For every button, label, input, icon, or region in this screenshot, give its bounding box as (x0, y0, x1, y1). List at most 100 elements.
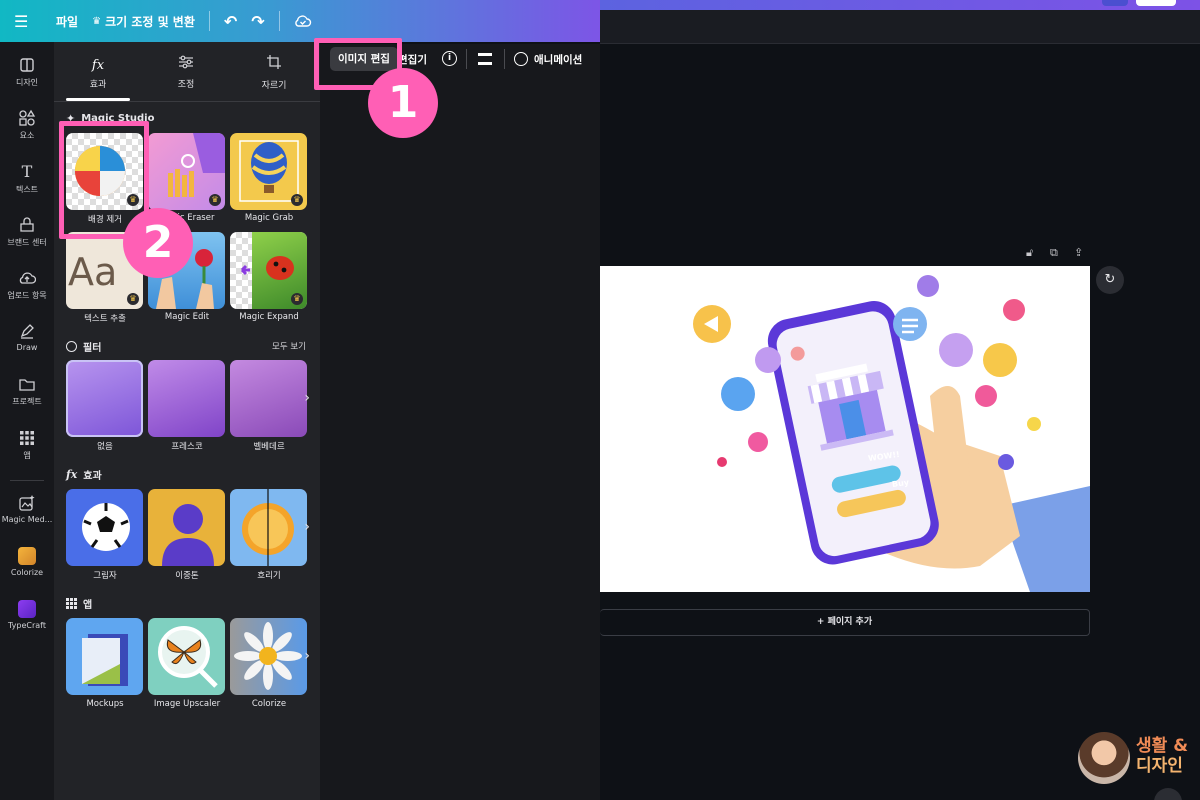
see-all-link[interactable]: 모두 보기 (272, 340, 306, 352)
layout-icon (20, 58, 34, 72)
magic-media-icon (19, 495, 35, 511)
rail-item-draw[interactable]: Draw (0, 322, 54, 352)
app-mockups-tile[interactable] (66, 618, 143, 695)
filter-belvedere-tile[interactable] (230, 360, 307, 437)
fx-icon: fx (91, 58, 105, 73)
redo-icon[interactable]: ↷ (251, 12, 264, 31)
tile-label: 벨베데르 (253, 442, 285, 452)
step-badge-2: 2 (123, 208, 193, 278)
avatar-chip[interactable] (1102, 0, 1128, 6)
tile-label: 그림자 (93, 571, 117, 581)
undo-icon[interactable]: ↶ (224, 12, 237, 31)
pen-icon (20, 324, 34, 339)
animation-button[interactable]: 애니메이션 (534, 52, 582, 67)
effects-title: 효과 (83, 471, 102, 482)
magic-grab-tile[interactable]: ♛ (230, 133, 307, 210)
align-menu-icon[interactable] (478, 53, 492, 65)
chevron-right-icon[interactable]: › (304, 648, 310, 664)
divider (504, 49, 505, 69)
grid-icon (20, 431, 34, 445)
shapes-icon (19, 109, 36, 126)
typecraft-app-icon (18, 600, 36, 618)
rail-item-magic-media[interactable]: Magic Med... (0, 494, 54, 524)
tab-label: 자르기 (261, 81, 287, 91)
mockup-book-image (82, 634, 128, 686)
magic-expand-tile[interactable]: ♛ (230, 232, 307, 309)
rail-label: Draw (16, 343, 38, 352)
logo-line-2: 디자인 (1136, 756, 1183, 776)
phone-hand-illustration (693, 275, 1090, 592)
animation-icon[interactable] (514, 52, 528, 66)
rail-label: 요소 (19, 131, 35, 140)
app-upscaler-tile[interactable] (148, 618, 225, 695)
toolbar-strip (600, 10, 1200, 44)
app-colorize-tile[interactable] (230, 618, 307, 695)
step-badge-1: 1 (368, 68, 438, 138)
divider (466, 49, 467, 69)
rail-item-elements[interactable]: 요소 (0, 109, 54, 141)
lock-icon[interactable]: 🔓︎ (1026, 246, 1033, 260)
rail-label: Magic Med... (1, 515, 53, 524)
rail-label: TypeCraft (8, 621, 46, 630)
rail-label: 브랜드 센터 (7, 238, 47, 247)
tile-label: 흐리기 (257, 571, 281, 581)
effects-header: fx 효과 (66, 467, 102, 482)
tile-label: Magic Expand (239, 312, 299, 322)
chevron-right-icon[interactable]: › (304, 390, 310, 406)
crown-icon: ♛ (127, 293, 139, 305)
filter-icon (66, 341, 77, 352)
design-page[interactable]: WOW!! Buy (600, 266, 1090, 592)
rail-item-projects[interactable]: 프로젝트 (0, 375, 54, 407)
filter-none-tile[interactable] (66, 360, 143, 437)
file-menu[interactable]: 파일 (56, 13, 78, 30)
crown-icon: ♛ (291, 194, 303, 206)
divider (278, 11, 280, 31)
rail-item-uploads[interactable]: 업로드 항목 (0, 269, 54, 301)
filter-fresco-tile[interactable] (148, 360, 225, 437)
info-icon[interactable]: i (442, 51, 457, 66)
butterfly-image (158, 626, 218, 688)
daisy-image (234, 622, 302, 690)
tab-label: 조정 (177, 80, 195, 90)
grid-icon (66, 598, 77, 609)
share-button[interactable] (1136, 0, 1176, 6)
tab-crop[interactable]: 자르기 (230, 54, 318, 91)
brand-icon (20, 217, 34, 232)
fx-icon: fx (66, 468, 78, 481)
rail-item-apps[interactable]: 앱 (0, 429, 54, 461)
add-page-icon[interactable]: ⇪ (1074, 246, 1083, 259)
add-page-button[interactable]: + 페이지 추가 (600, 609, 1090, 636)
folder-icon (19, 379, 35, 391)
effect-duotone-tile[interactable] (148, 489, 225, 566)
effect-blur-tile[interactable] (230, 489, 307, 566)
rail-label: 업로드 항목 (7, 291, 47, 300)
top-bar-right (600, 0, 1200, 10)
blog-logo: 생활 & 디자인 (1078, 732, 1198, 788)
resize-button[interactable]: ♛ 크기 조정 및 변환 (92, 13, 195, 30)
tile-label: Image Upscaler (153, 699, 221, 709)
soccer-ball-image (82, 503, 130, 551)
rail-item-design[interactable]: 디자인 (0, 56, 54, 88)
tile-label: Magic Edit (164, 312, 210, 322)
cloud-check-icon[interactable] (294, 14, 312, 28)
editor-button[interactable]: 편집기 (398, 52, 427, 67)
tile-label: 없음 (97, 442, 113, 452)
logo-line-1: 생활 & (1136, 736, 1189, 756)
comment-icon[interactable]: ↻ (1096, 266, 1124, 294)
rail-item-text[interactable]: T 텍스트 (0, 163, 54, 195)
rail-label: 디자인 (15, 78, 39, 87)
rail-item-colorize[interactable]: Colorize (0, 547, 54, 577)
rail-item-brand[interactable]: 브랜드 센터 (0, 216, 54, 248)
tile-label: 프레스코 (171, 442, 203, 452)
duplicate-icon[interactable]: ⧉ (1050, 246, 1058, 260)
divider (208, 11, 210, 31)
magic-eraser-tile[interactable]: ♛ (148, 133, 225, 210)
hamburger-icon[interactable]: ☰ (14, 12, 28, 31)
tile-label: Magic Grab (244, 213, 294, 223)
chevron-right-icon[interactable]: › (304, 519, 310, 535)
tab-adjust[interactable]: 조정 (142, 54, 230, 90)
rail-item-typecraft[interactable]: TypeCraft (0, 600, 54, 630)
tab-effects[interactable]: fx 효과 (54, 54, 142, 90)
rail-label: 텍스트 (15, 185, 39, 194)
effect-shadow-tile[interactable] (66, 489, 143, 566)
